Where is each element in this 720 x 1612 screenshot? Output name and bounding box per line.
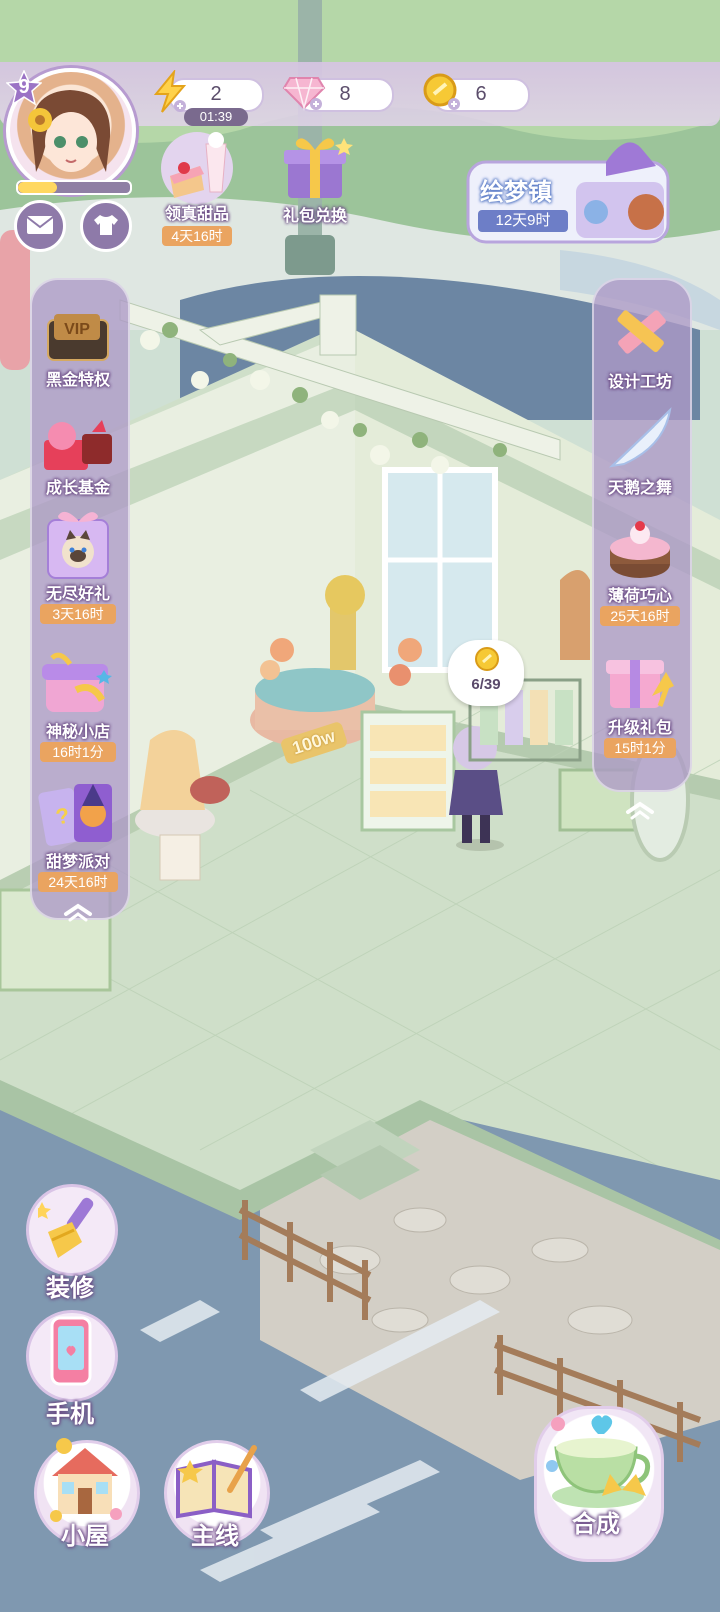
vip-card-icon: VIP bbox=[47, 314, 109, 361]
nav-merge-label: 合成 bbox=[572, 1511, 620, 1538]
nav-main-story-button[interactable]: 主线 bbox=[160, 1430, 270, 1580]
huimeng-time: 12天9时 bbox=[478, 210, 568, 232]
event-gift-redeem[interactable]: 礼包兑换 bbox=[272, 128, 358, 228]
huimeng-town-event[interactable]: 绘梦镇 12天9时 bbox=[466, 142, 674, 244]
gift-box-icon bbox=[284, 138, 353, 198]
right-item-upgrade-pack[interactable]: 升级礼包 15时1分 bbox=[596, 646, 684, 760]
right-item-mint-chocolate-label: 薄荷巧心 bbox=[607, 588, 672, 605]
left-item-growth-fund-label: 成长基金 bbox=[45, 480, 110, 497]
party-cards-icon: ? bbox=[38, 784, 112, 846]
event-dessert[interactable]: 领真甜品 4天16时 bbox=[152, 126, 242, 246]
left-item-vip[interactable]: VIP 黑金特权 bbox=[34, 308, 122, 394]
right-item-swan-dance[interactable]: 天鹅之舞 bbox=[596, 406, 684, 498]
dessert-icon bbox=[161, 132, 233, 204]
event-gift-redeem-label: 礼包兑换 bbox=[282, 208, 347, 225]
coin-icon bbox=[475, 647, 499, 671]
right-item-upgrade-pack-label: 升级礼包 bbox=[607, 720, 672, 737]
left-item-sweet-dream-party[interactable]: ? 甜梦派对 24天16时 bbox=[34, 778, 122, 894]
huimeng-title: 绘梦镇 bbox=[480, 179, 552, 206]
left-item-mystery-shop[interactable]: 神秘小店 16时1分 bbox=[34, 650, 122, 762]
left-item-growth-fund[interactable]: 成长基金 bbox=[34, 414, 122, 500]
coin-icon bbox=[423, 73, 460, 110]
level-badge: 9 bbox=[5, 69, 43, 106]
right-item-mint-chocolate-time: 25天16时 bbox=[600, 606, 680, 626]
ruler-pencil-icon bbox=[617, 310, 666, 354]
cake-icon bbox=[610, 521, 670, 578]
phone-button[interactable]: 手机 bbox=[22, 1310, 118, 1428]
upgrade-gift-icon bbox=[606, 660, 674, 708]
phone-icon bbox=[50, 1316, 92, 1386]
left-item-endless-gift-label: 无尽好礼 bbox=[45, 586, 110, 603]
shirt-icon bbox=[94, 215, 118, 235]
right-item-swan-dance-label: 天鹅之舞 bbox=[607, 480, 672, 497]
left-item-mystery-shop-label: 神秘小店 bbox=[45, 724, 110, 741]
decorate-button-label: 装修 bbox=[46, 1275, 94, 1302]
left-item-mystery-shop-time: 16时1分 bbox=[40, 742, 116, 762]
xp-bar-fill bbox=[18, 182, 58, 193]
event-dessert-label: 领真甜品 bbox=[164, 206, 229, 223]
nav-main-story-label: 主线 bbox=[191, 1523, 239, 1550]
cat-gift-icon bbox=[47, 511, 109, 579]
left-panel-collapse-button[interactable] bbox=[62, 902, 94, 922]
mail-button[interactable] bbox=[14, 200, 66, 252]
coin-collect-bubble[interactable]: 6/39 bbox=[448, 640, 524, 706]
vip-badge-text: VIP bbox=[64, 321, 90, 338]
right-item-upgrade-pack-time: 15时1分 bbox=[604, 738, 676, 758]
left-item-sweet-dream-party-time: 24天16时 bbox=[38, 872, 118, 892]
wardrobe-button[interactable] bbox=[80, 200, 132, 252]
chevron-up-icon bbox=[64, 903, 92, 922]
tea-cup-icon bbox=[546, 1415, 651, 1508]
brush-icon bbox=[38, 1197, 94, 1258]
level-number: 9 bbox=[18, 76, 30, 98]
left-item-endless-gift[interactable]: 无尽好礼 3天16时 bbox=[34, 510, 122, 624]
phone-button-label: 手机 bbox=[46, 1401, 94, 1428]
nav-house-label: 小屋 bbox=[61, 1523, 109, 1550]
left-item-vip-label: 黑金特权 bbox=[45, 372, 110, 389]
right-item-design-studio-label: 设计工坊 bbox=[607, 374, 672, 391]
lightning-icon bbox=[153, 70, 187, 113]
right-item-mint-chocolate[interactable]: 薄荷巧心 25天16时 bbox=[596, 512, 684, 628]
energy-timer: 01:39 bbox=[184, 108, 248, 126]
envelope-icon bbox=[26, 216, 54, 234]
left-item-endless-gift-time: 3天16时 bbox=[40, 604, 116, 624]
feather-icon bbox=[608, 407, 672, 468]
left-item-sweet-dream-party-label: 甜梦派对 bbox=[45, 854, 110, 871]
right-item-design-studio[interactable]: 设计工坊 bbox=[596, 302, 684, 398]
nav-house-button[interactable]: 小屋 bbox=[30, 1430, 140, 1580]
gem-icon bbox=[282, 77, 326, 111]
storybook-icon bbox=[176, 1445, 257, 1519]
right-panel-collapse-button[interactable] bbox=[624, 800, 656, 820]
house-icon bbox=[50, 1438, 122, 1522]
chevron-up-icon bbox=[626, 801, 654, 820]
event-dessert-time: 4天16时 bbox=[162, 226, 232, 246]
nav-merge-button[interactable]: 合成 bbox=[528, 1400, 664, 1580]
mystery-shop-icon bbox=[42, 652, 112, 712]
xp-bar bbox=[16, 180, 132, 195]
decorate-button[interactable]: 装修 bbox=[22, 1184, 118, 1302]
treasure-gift-icon bbox=[44, 420, 112, 470]
coin-bubble-count: 6/39 bbox=[471, 676, 501, 693]
